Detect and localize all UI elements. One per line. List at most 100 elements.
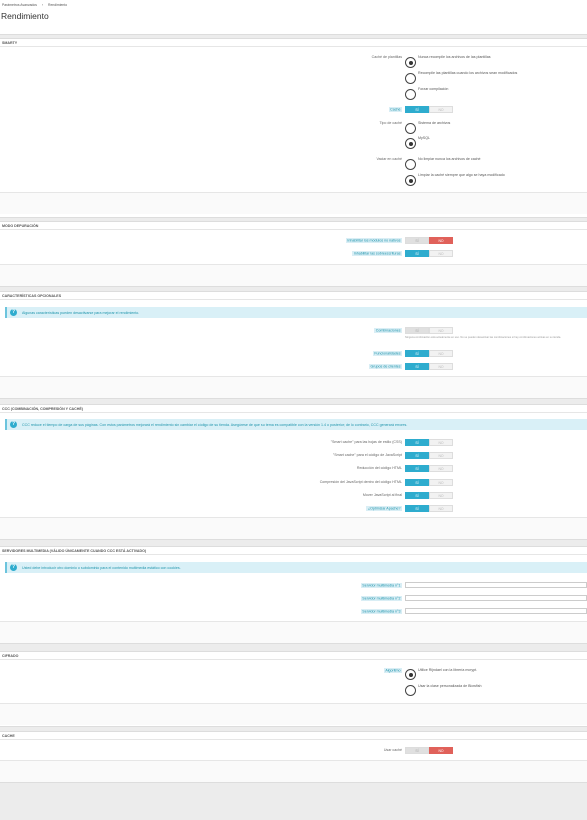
force-compile-label: Forzar compilación bbox=[418, 87, 449, 91]
panel-heading: CARACTERÍSTICAS OPCIONALES bbox=[0, 292, 587, 300]
use-cache-label: Usar caché bbox=[383, 748, 402, 752]
info-alert: ? Usted debe introducir otro dominio o su… bbox=[5, 562, 587, 573]
panel-title: CCC (COMBINACIÓN, COMPRESIÓN Y CACHÉ) bbox=[2, 406, 83, 411]
breadcrumb-separator: › bbox=[41, 3, 44, 7]
customer-groups-switch[interactable]: SÍ NO bbox=[405, 363, 453, 370]
media-server-1-input[interactable] bbox=[405, 582, 587, 588]
cipher-panel: CIFRADO Algoritmo Utilice Rijndael con l… bbox=[0, 651, 587, 727]
disable-non-native-switch[interactable]: SÍ NO bbox=[405, 237, 453, 244]
panel-title: CACHE bbox=[2, 733, 15, 738]
switch-yes[interactable]: SÍ bbox=[405, 237, 429, 244]
switch-no[interactable]: NO bbox=[429, 505, 453, 512]
panel-heading: SERVIDORES MULTIMEDIA (VÁLIDO ÚNICAMENTE… bbox=[0, 547, 587, 555]
panel-footer bbox=[0, 703, 587, 725]
optional-features-panel: CARACTERÍSTICAS OPCIONALES ? Algunas cara… bbox=[0, 291, 587, 399]
disable-overrides-label: Inhabilitar las sobreescrituras bbox=[352, 250, 402, 256]
breadcrumb-item[interactable]: Parámetros Avanzados bbox=[2, 3, 37, 7]
switch-no[interactable]: NO bbox=[429, 237, 453, 244]
compile-never-label: Nunca recompile los archivos de las plan… bbox=[418, 55, 491, 59]
switch-yes[interactable]: SÍ bbox=[405, 350, 429, 357]
blowfish-radio[interactable] bbox=[405, 685, 416, 696]
disable-non-native-label: Inhabilitar los módulos no nativos bbox=[345, 237, 402, 243]
compress-inline-js-switch[interactable]: SÍ NO bbox=[405, 479, 453, 486]
cache-filesystem-radio[interactable] bbox=[405, 123, 416, 134]
cache-label: Caché bbox=[388, 106, 402, 112]
clear-never-radio[interactable] bbox=[405, 159, 416, 170]
use-cache-switch[interactable]: SÍ NO bbox=[405, 747, 453, 754]
switch-yes[interactable]: SÍ bbox=[405, 250, 429, 257]
panel-heading: SMARTY bbox=[0, 39, 587, 47]
panel-footer bbox=[0, 760, 587, 782]
algorithm-label: Algoritmo bbox=[383, 667, 402, 673]
panel-footer bbox=[0, 376, 587, 398]
media-servers-panel: SERVIDORES MULTIMEDIA (VÁLIDO ÚNICAMENTE… bbox=[0, 546, 587, 644]
ccc-option-label: Reducción del código HTML bbox=[356, 466, 402, 470]
panel-title: CARACTERÍSTICAS OPCIONALES bbox=[2, 293, 62, 298]
media-server-3-input[interactable] bbox=[405, 608, 587, 614]
optimize-apache-switch[interactable]: SÍ NO bbox=[405, 505, 453, 512]
rijndael-radio[interactable] bbox=[405, 669, 416, 680]
ccc-option-label: ¿Optimizar Apache? bbox=[366, 505, 402, 511]
blowfish-label: Usar la clase personalizada de Blowfish bbox=[418, 684, 482, 688]
media-server-2-input[interactable] bbox=[405, 595, 587, 601]
breadcrumb: Parámetros Avanzados › Rendimiento bbox=[2, 3, 71, 7]
compile-if-modified-radio[interactable] bbox=[405, 73, 416, 84]
cache-mysql-radio[interactable] bbox=[405, 138, 416, 149]
switch-yes[interactable]: SÍ bbox=[405, 747, 429, 754]
panel-heading: MODO DEPURACIÓN bbox=[0, 222, 587, 230]
switch-no[interactable]: NO bbox=[429, 439, 453, 446]
combinations-switch[interactable]: SÍ NO bbox=[405, 327, 453, 334]
minify-html-switch[interactable]: SÍ NO bbox=[405, 465, 453, 472]
switch-yes[interactable]: SÍ bbox=[405, 439, 429, 446]
switch-no[interactable]: NO bbox=[429, 350, 453, 357]
features-label: Funcionalidades bbox=[372, 350, 402, 356]
customer-groups-label: Grupos de clientes bbox=[369, 363, 402, 369]
smart-cache-js-switch[interactable]: SÍ NO bbox=[405, 452, 453, 459]
panel-footer bbox=[0, 517, 587, 539]
info-alert: ? CCC reduce el tiempo de carga de sus pá… bbox=[5, 419, 587, 430]
caching-panel: CACHE Usar caché SÍ NO bbox=[0, 731, 587, 783]
panel-title: SMARTY bbox=[2, 40, 18, 45]
compile-never-radio[interactable] bbox=[405, 57, 416, 68]
switch-no[interactable]: NO bbox=[429, 452, 453, 459]
ccc-panel: CCC (COMBINACIÓN, COMPRESIÓN Y CACHÉ) ? C… bbox=[0, 404, 587, 540]
panel-footer bbox=[0, 264, 587, 286]
switch-no[interactable]: NO bbox=[429, 465, 453, 472]
switch-no[interactable]: NO bbox=[429, 479, 453, 486]
switch-no[interactable]: NO bbox=[429, 363, 453, 370]
template-compile-label: Caché de plantillas bbox=[371, 55, 402, 59]
info-text: Usted debe introducir otro dominio o sub… bbox=[22, 565, 181, 570]
rijndael-label: Utilice Rijndael con la librería mcrypt. bbox=[418, 668, 478, 672]
switch-no[interactable]: NO bbox=[429, 250, 453, 257]
switch-no[interactable]: NO bbox=[429, 747, 453, 754]
switch-yes[interactable]: SÍ bbox=[405, 465, 429, 472]
cache-switch[interactable]: SÍ NO bbox=[405, 106, 453, 113]
clear-everytime-radio[interactable] bbox=[405, 175, 416, 186]
force-compile-radio[interactable] bbox=[405, 89, 416, 100]
panel-heading: CIFRADO bbox=[0, 652, 587, 660]
compile-if-modified-label: Recompile las plantillas cuando los arch… bbox=[418, 71, 518, 75]
switch-yes[interactable]: SÍ bbox=[405, 452, 429, 459]
switch-yes[interactable]: SÍ bbox=[405, 363, 429, 370]
clear-cache-label: Vaciar en caché bbox=[376, 157, 402, 161]
page-title: Rendimiento bbox=[1, 11, 49, 21]
switch-yes[interactable]: SÍ bbox=[405, 505, 429, 512]
ccc-option-label: Mover JavaScript al final bbox=[362, 493, 402, 497]
media-server-2-label: Servidor multimedia n°2 bbox=[360, 595, 402, 601]
panel-title: CIFRADO bbox=[2, 653, 19, 658]
switch-yes[interactable]: SÍ bbox=[405, 479, 429, 486]
move-js-to-end-switch[interactable]: SÍ NO bbox=[405, 492, 453, 499]
clear-everytime-label: Limpiar la caché siempre que algo se hay… bbox=[418, 173, 505, 177]
switch-yes[interactable]: SÍ bbox=[405, 492, 429, 499]
media-server-3-label: Servidor multimedia n°3 bbox=[360, 608, 402, 614]
help-icon: ? bbox=[10, 309, 17, 316]
features-switch[interactable]: SÍ NO bbox=[405, 350, 453, 357]
panel-footer bbox=[0, 621, 587, 643]
media-server-1-label: Servidor multimedia n°1 bbox=[360, 582, 402, 588]
switch-no[interactable]: NO bbox=[429, 106, 453, 113]
switch-no[interactable]: NO bbox=[429, 492, 453, 499]
switch-yes[interactable]: SÍ bbox=[405, 106, 429, 113]
info-text: Algunas características pueden desactiva… bbox=[22, 310, 140, 315]
disable-overrides-switch[interactable]: SÍ NO bbox=[405, 250, 453, 257]
smart-cache-css-switch[interactable]: SÍ NO bbox=[405, 439, 453, 446]
